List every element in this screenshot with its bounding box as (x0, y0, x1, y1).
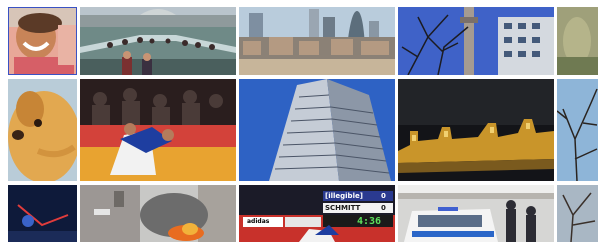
thumbnail-fireworks[interactable] (8, 185, 77, 242)
scoreboard-name-bottom: SCHMITT (325, 204, 361, 212)
photo-bare-tree-edge (557, 79, 598, 181)
photo-castle-night (398, 79, 554, 181)
sponsor-banner-text: adidas (247, 218, 270, 225)
thumbnail-tree-edge[interactable] (557, 185, 598, 242)
thumbnail-bt-tower[interactable] (398, 7, 554, 75)
scoreboard-score-top: 0 (381, 192, 386, 200)
photo-street-fire (80, 185, 236, 242)
thumbnail-city-skyline[interactable] (239, 7, 395, 75)
thumbnail-green-edge[interactable] (557, 7, 598, 75)
thumbnail-millennium-bridge[interactable] (80, 7, 236, 75)
scoreboard-name-top: [illegible] (325, 192, 363, 200)
image-gallery: [illegible] 0 SCHMITT 0 4:36 adidas (0, 0, 598, 242)
thumbnail-golden-dog[interactable] (8, 79, 77, 181)
photo-police-van (398, 185, 554, 242)
photo-judo-scoreboard (239, 185, 395, 242)
thumbnail-glass-tower[interactable] (239, 79, 395, 181)
photo-tree-edge (557, 185, 598, 242)
photo-glass-tower (239, 79, 395, 181)
thumbnail-bare-tree-edge[interactable] (557, 79, 598, 181)
photo-smiling-woman (8, 7, 77, 75)
scoreboard-timer: 4:36 (357, 216, 382, 227)
thumbnail-police-van[interactable] (398, 185, 554, 242)
thumbnail-castle-night[interactable] (398, 79, 554, 181)
photo-millennium-bridge (80, 7, 236, 75)
thumbnail-judo-scoreboard[interactable]: [illegible] 0 SCHMITT 0 4:36 adidas (239, 185, 395, 242)
scoreboard-score-bottom: 0 (381, 204, 386, 212)
photo-fireworks (8, 185, 77, 242)
photo-city-skyline (239, 7, 395, 75)
photo-golden-dog (8, 79, 77, 181)
photo-green-edge (557, 7, 598, 75)
thumbnail-street-fire[interactable] (80, 185, 236, 242)
photo-judo-match (80, 79, 236, 181)
thumbnail-judo-match[interactable] (80, 79, 236, 181)
thumbnail-smiling-woman[interactable] (8, 7, 77, 75)
photo-bt-tower (398, 7, 554, 75)
